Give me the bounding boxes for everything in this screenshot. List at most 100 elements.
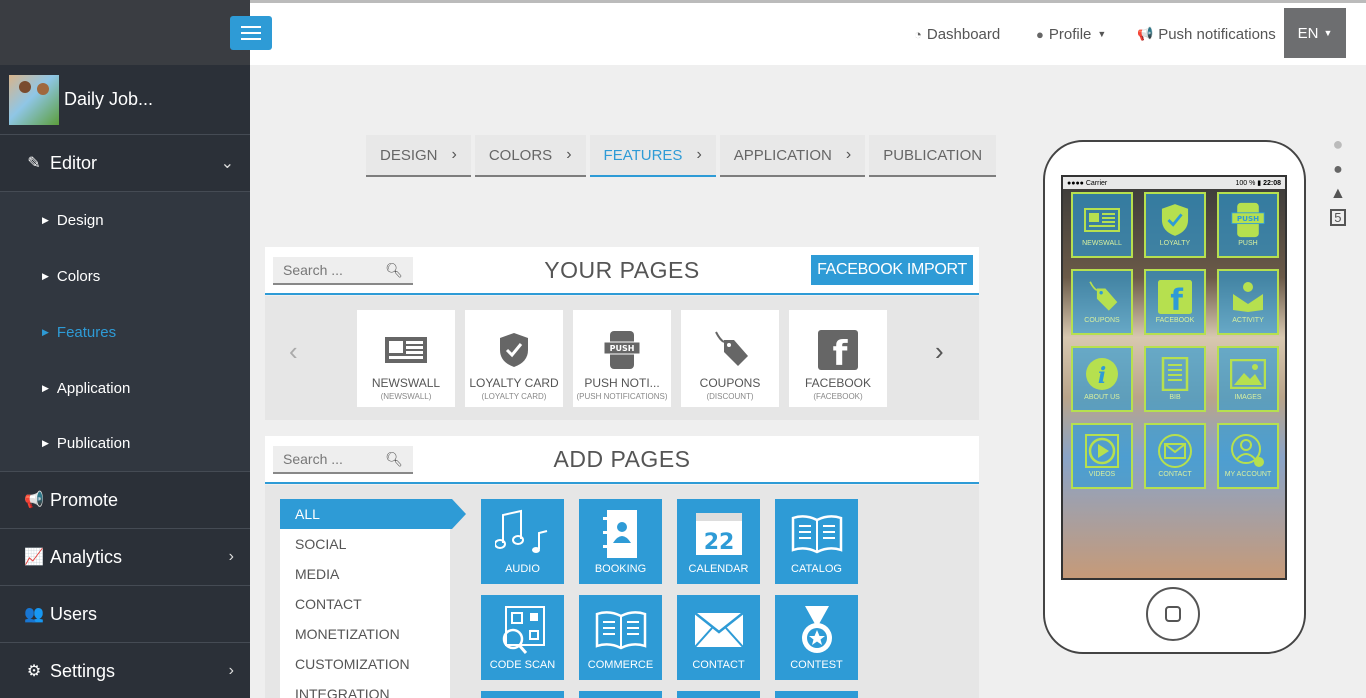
tile-catalog[interactable]: CATALOG [775,499,858,584]
category-contact[interactable]: CONTACT [280,589,450,619]
tile-name: CONTEST [790,659,843,671]
chevron-right-icon: › [845,146,852,163]
page-card-loyalty-card[interactable]: LOYALTY CARD (LOYALTY CARD) [465,310,563,407]
menu-toggle-button[interactable] [230,16,272,50]
svg-text:f: f [1170,283,1183,314]
tile-commerce[interactable]: COMMERCE [579,595,662,680]
tile-next-row[interactable] [775,691,858,698]
caret-right-icon: ▶ [42,270,49,281]
tile-next-row[interactable] [481,691,564,698]
sidebar-subitem-publication[interactable]: ▶ Publication [0,416,250,472]
gears-icon: ⚙ [26,663,42,680]
your-pages-search[interactable]: Search ... 🔍︎ [273,257,413,285]
category-integration[interactable]: INTEGRATION [280,679,450,698]
caret-right-icon: ▶ [42,438,49,448]
app-name: Daily Job... [64,89,154,109]
phone-tile-loyalty[interactable]: LOYALTY [1144,192,1206,258]
info-icon: i [1073,354,1131,394]
nav-push-notifications[interactable]: 📢 Push notifications [1137,3,1276,65]
caret-right-icon: ▶ [42,326,49,337]
apple-6-icon[interactable]: ● [1333,161,1343,179]
page-card-coupons[interactable]: COUPONS (DISCOUNT) [681,310,779,407]
nav-label: Dashboard [926,25,1001,43]
phone-tile-facebook[interactable]: f FACEBOOK [1144,269,1206,335]
nav-label: Profile [1048,25,1092,43]
add-pages-search[interactable]: Search ... 🔍︎ [273,446,413,474]
sidebar-subitem-design[interactable]: ▶ Design [0,192,250,248]
sidebar-item-users[interactable]: 👥 Users [0,586,250,643]
chevron-right-icon: › [696,146,702,163]
category-all[interactable]: ALL [280,499,466,529]
phone-tile-images[interactable]: IMAGES [1217,346,1279,412]
sidebar-item-analytics[interactable]: 📈 Analytics › [0,529,250,586]
play-icon [1073,431,1131,471]
step-colors[interactable]: COLORS › [474,135,586,177]
chart-icon: 📈 [24,549,44,566]
sidebar-app[interactable]: Daily Job... [0,65,250,135]
tag-icon [1073,277,1131,317]
sidebar-subitem-application[interactable]: ▶ Application [0,360,250,416]
tile-calendar[interactable]: 22 CALENDAR [677,499,760,584]
category-social[interactable]: SOCIAL [280,529,450,559]
tile-code-scan[interactable]: CODE SCAN [481,595,564,680]
phone-tile-activity[interactable]: ACTIVITY [1217,269,1279,335]
nav-dashboard[interactable]: ◔ Dashboard [914,3,1000,65]
top-bar: ◔ Dashboard ● Profile ▼ 📢 Push notificat… [250,0,1366,65]
html5-icon[interactable]: 5 [1330,209,1346,226]
open-book-icon [775,509,858,559]
category-media[interactable]: MEDIA [280,559,450,589]
tile-next-row[interactable] [579,691,662,698]
subitem-label: Colors [56,267,101,285]
page-card-facebook[interactable]: f FACEBOOK (FACEBOOK) [789,310,887,407]
phone-tile-bib[interactable]: BIB [1144,346,1206,412]
carousel-prev-icon[interactable]: ‹ [289,336,298,367]
qr-scan-icon [481,605,564,655]
time-label: 22:08 [1263,180,1281,187]
sidebar-subitem-colors[interactable]: ▶ Colors [0,248,250,304]
phone-tile-name: CONTACT [1158,471,1192,478]
sidebar-subitem-features[interactable]: ▶ Features [0,304,250,360]
phone-tile-my-account[interactable]: MY ACCOUNT [1217,423,1279,489]
phone-tile-contact[interactable]: CONTACT [1144,423,1206,489]
tile-booking[interactable]: BOOKING [579,499,662,584]
phone-tile-push[interactable]: PUSH PUSH [1217,192,1279,258]
search-placeholder: Search ... [283,262,343,278]
sidebar-item-label: Editor [50,152,98,173]
apple-icon[interactable]: ● [1332,134,1343,155]
nav-label: Push notifications [1158,25,1276,43]
phone-tile-about-us[interactable]: i ABOUT US [1071,346,1133,412]
card-sub: (LOYALTY CARD) [481,392,547,401]
android-icon[interactable]: ▲ [1330,185,1346,203]
card-name: COUPONS [699,376,761,390]
tile-audio[interactable]: AUDIO [481,499,564,584]
tile-next-row[interactable] [677,691,760,698]
phone-tile-videos[interactable]: VIDEOS [1071,423,1133,489]
tile-contact[interactable]: CONTACT [677,595,760,680]
sidebar-item-promote[interactable]: 📢 Promote [0,472,250,529]
caret-right-icon: ▶ [42,382,49,393]
carrier-label: Carrier [1085,179,1108,187]
page-card-push-notifications[interactable]: PUSH PUSH NOTI... (PUSH NOTIFICATIONS) [573,310,671,407]
carousel-next-icon[interactable]: › [935,336,944,367]
newspaper-icon [1073,200,1131,240]
megaphone-icon: 📢 [24,492,44,509]
sidebar-item-settings[interactable]: ⚙ Settings › [0,643,250,698]
sidebar-item-editor[interactable]: ✎ Editor ⌄ [0,135,250,192]
nav-profile[interactable]: ● Profile ▼ [1036,3,1106,65]
push-phone-icon: PUSH [573,330,671,370]
dashboard-icon: ◔ [914,26,922,42]
step-publication[interactable]: PUBLICATION [869,135,997,177]
category-customization[interactable]: CUSTOMIZATION [280,649,450,679]
phone-tile-newswall[interactable]: NEWSWALL [1071,192,1133,258]
calendar-icon: 22 [677,509,760,559]
tile-contest[interactable]: CONTEST [775,595,858,680]
step-features[interactable]: FEATURES › [589,135,716,177]
page-card-newswall[interactable]: NEWSWALL (NEWSWALL) [357,310,455,407]
facebook-import-button[interactable]: FACEBOOK IMPORT [811,255,973,285]
tile-name: AUDIO [505,563,540,575]
step-application[interactable]: APPLICATION › [719,135,866,177]
language-dropdown[interactable]: EN ▼ [1284,8,1346,58]
category-monetization[interactable]: MONETIZATION [280,619,450,649]
phone-tile-coupons[interactable]: COUPONS [1071,269,1133,335]
step-design[interactable]: DESIGN › [366,135,471,177]
